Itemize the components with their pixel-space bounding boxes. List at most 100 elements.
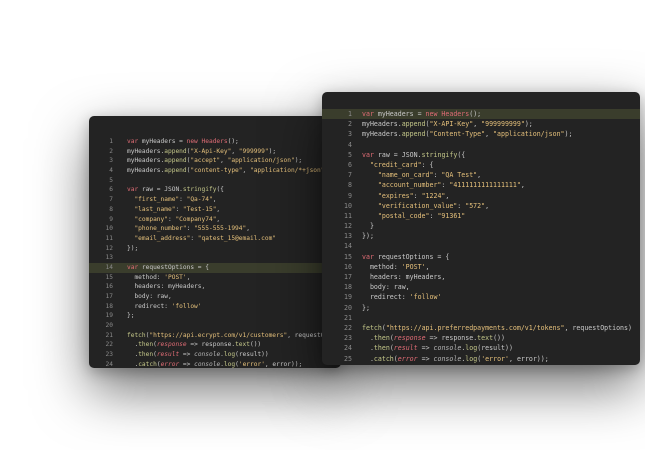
code-line: 15 method: 'POST', (89, 273, 341, 283)
code-token: raw = (141, 186, 165, 194)
code-token: , (473, 120, 482, 129)
code-line: 10 "verification_value": "572", (322, 201, 640, 211)
code-token: "qatest_15@email.com" (197, 234, 277, 242)
code-text: } (362, 221, 374, 231)
line-number: 16 (105, 283, 113, 291)
line-number: 9 (109, 215, 113, 223)
code-line: 20}; (322, 303, 640, 313)
code-line: 17 body: raw, (89, 292, 341, 302)
code-line: 22 .then(response => response.text()) (89, 340, 341, 350)
code-token: var (362, 252, 378, 261)
code-token: . (362, 344, 374, 353)
line-number: 21 (344, 313, 352, 322)
code-token: "postal_code" (362, 211, 430, 220)
line-number: 23 (105, 351, 113, 359)
line-number: 11 (105, 234, 113, 242)
code-line: 19 redirect: 'follow' (322, 292, 640, 302)
code-text: "last_name": "Test-15", (127, 205, 220, 215)
code-text: var myHeaders = new Headers(); (362, 109, 481, 119)
code-token: , error)); (509, 354, 549, 363)
code-text: body: raw, (362, 282, 410, 292)
code-token: redirect: (127, 302, 172, 310)
code-text: }); (127, 244, 138, 254)
code-token: "verification_value" (362, 201, 458, 210)
code-token: (); (469, 110, 482, 118)
code-text: fetch("https://api.preferredpayments.com… (362, 323, 632, 333)
code-text: headers: myHeaders, (127, 282, 205, 292)
line-number: 2 (109, 147, 113, 155)
code-token: append (164, 157, 187, 165)
code-token: myHeaders. (362, 120, 402, 129)
code-line: 11 "postal_code": "91361" (322, 211, 640, 221)
code-token: JSON (164, 186, 180, 194)
code-line: 21 fetch("https://api.ecrypt.com/v1/custo… (89, 331, 341, 341)
code-text: myHeaders.append("Content-Type", "applic… (362, 129, 572, 139)
line-number: 14 (344, 242, 352, 251)
code-token: (result)) (477, 344, 513, 353)
code-token: => (417, 344, 434, 353)
line-number: 15 (344, 252, 352, 261)
line-number: 14 (105, 263, 113, 271)
code-token: body: raw, (127, 293, 172, 300)
tokens-code-editor: 1 var myHeaders = new Headers(); 2 myHeader… (322, 92, 640, 365)
code-token: var (362, 110, 378, 118)
code-token: text (477, 334, 494, 343)
code-text: var requestOptions = { (362, 252, 449, 262)
code-token: 'POST' (164, 273, 187, 281)
code-line: 9 "company": "Company74", (89, 215, 341, 225)
line-number: 10 (344, 201, 352, 210)
code-token: "Company74" (175, 215, 217, 223)
code-token: "555-555-1994" (194, 225, 247, 233)
code-line: 21 (322, 313, 640, 323)
code-token: (result)) (235, 351, 269, 359)
code-token: ({ (216, 186, 224, 194)
code-token: requestOptions = { (141, 263, 209, 271)
code-text: "name_on_card": "QA Test", (362, 170, 481, 180)
code-line: 16 headers: myHeaders, (89, 282, 341, 292)
line-number: 8 (348, 181, 352, 190)
code-token: raw = (377, 150, 402, 159)
line-number: 11 (344, 211, 352, 220)
code-token: "999999999" (481, 120, 525, 129)
code-line: 9 "expires": "1224", (322, 191, 640, 201)
code-line: 12 } (322, 221, 640, 231)
code-line: 22 fetch("https://api.preferredpayments.c… (322, 323, 640, 333)
code-text: "email_address": "qatest_15@email.com" (127, 234, 276, 244)
code-token: , (220, 157, 228, 165)
code-line: 3 myHeaders.append("Content-Type", "appli… (322, 129, 640, 139)
code-token: "Qa-74" (186, 196, 213, 204)
code-token: then (138, 351, 154, 359)
code-token: , (445, 191, 450, 200)
code-token: "572" (465, 201, 486, 210)
code-token: "credit_card" (362, 160, 422, 169)
line-number: 4 (348, 140, 352, 149)
code-token: "company" (127, 215, 168, 223)
code-token: "X-API-Key" (429, 120, 474, 129)
code-token: , (477, 171, 482, 180)
code-token: "1224" (421, 191, 446, 200)
code-line: 13}); (322, 231, 640, 241)
code-text: myHeaders.append("accept", "application/… (127, 156, 302, 166)
code-text: .catch(error => console.log('error', err… (362, 354, 549, 364)
code-token: then (373, 344, 390, 353)
code-line: 23 .then(result => console.log(result)) (89, 350, 341, 360)
code-token: }); (127, 244, 139, 252)
code-line: 13 (89, 253, 341, 263)
code-line: 16 method: 'POST', (322, 262, 640, 272)
line-number: 24 (344, 344, 352, 353)
code-text: "account_number": "4111111111111111", (362, 180, 525, 190)
code-token: , (246, 225, 250, 233)
code-token: "4111111111111111" (449, 181, 521, 190)
code-text: .then(response => response.text()) (127, 340, 261, 350)
code-token: JSON (401, 150, 418, 159)
code-token: , (485, 201, 490, 210)
code-line: 2 myHeaders.append("X-Api-Key", "999999")… (89, 147, 341, 157)
code-token: log (223, 351, 236, 359)
code-line: 4 myHeaders.append("content-type", "appli… (89, 166, 341, 176)
line-number: 17 (105, 293, 113, 300)
code-text: "phone_number": "555-555-1994", (127, 224, 250, 234)
code-token: "QA Test" (441, 171, 478, 180)
code-token: "expires" (362, 191, 414, 200)
code-text: var raw = JSON.stringify({ (362, 150, 465, 160)
code-line: 4 (322, 140, 640, 150)
